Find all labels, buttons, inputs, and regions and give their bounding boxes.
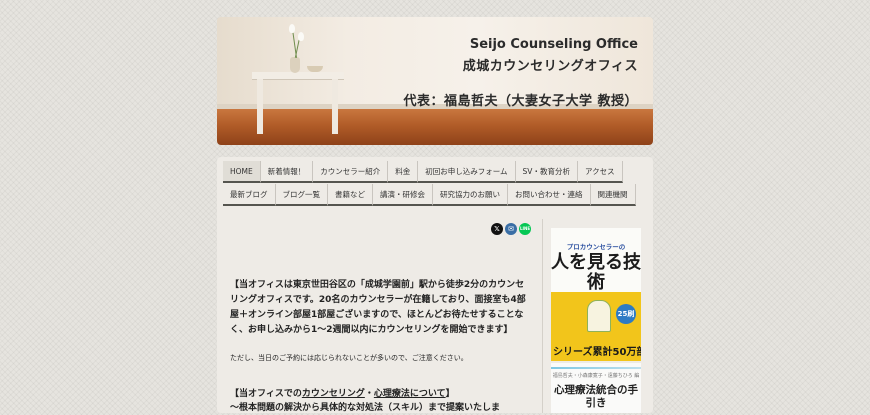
nav-fees[interactable]: 料金: [388, 161, 419, 183]
line-share-icon[interactable]: LINE: [519, 223, 531, 235]
nav-row-2: 最新ブログ ブログ一覧 書籍など 講演・研修会 研究協力のお願い お問い合わせ・…: [223, 184, 636, 206]
book-title: 心理療法統合の手引き: [554, 384, 638, 409]
table-leg: [332, 79, 338, 134]
section-suffix: 】: [445, 389, 455, 399]
book-subtitle: プロカウンセラーの: [566, 243, 626, 251]
site-title-jp: 成城カウンセリングオフィス: [462, 59, 638, 74]
nav-access[interactable]: アクセス: [577, 161, 623, 183]
wooden-floor: [217, 109, 653, 145]
site-title-en: Seijo Counseling Office: [469, 37, 638, 52]
book-title: 人を見る技術: [551, 252, 641, 293]
nav-first-application[interactable]: 初回お申し込みフォーム: [418, 161, 516, 183]
nav-news[interactable]: 新着情報！: [260, 161, 314, 183]
nav-contact[interactable]: お問い合わせ・連絡: [508, 184, 591, 206]
book-banner-1[interactable]: プロカウンセラーの 人を見る技術 25刷 シリーズ累計50万部: [551, 228, 641, 361]
nav-row-1: HOME 新着情報！ カウンセラー紹介 料金 初回お申し込みフォーム SV・教育…: [223, 161, 623, 183]
sidebar-divider: [542, 219, 543, 413]
nav-latest-blog[interactable]: 最新ブログ: [223, 184, 276, 206]
nav-books[interactable]: 書籍など: [328, 184, 373, 206]
table-illustration: [252, 72, 344, 79]
intro-paragraph: 【当オフィスは東京世田谷区の「成城学園前」駅から徒歩2分のカウンセリングオフィス…: [230, 280, 526, 335]
section-prefix: 【当オフィスでの: [230, 389, 302, 399]
person-illustration-icon: [587, 300, 611, 332]
header-text: Seijo Counseling Office 成城カウンセリングオフィス 代表…: [402, 37, 638, 109]
nav-research[interactable]: 研究協力のお願い: [433, 184, 508, 206]
mail-share-icon[interactable]: ✉: [505, 223, 517, 235]
nav-counselors[interactable]: カウンセラー紹介: [313, 161, 389, 183]
dot-separator: ・: [364, 389, 374, 399]
series-sales-text: シリーズ累計50万部: [553, 347, 641, 358]
table-leg: [257, 79, 263, 134]
counseling-section: 【当オフィスでのカウンセリング・心理療法について】 ～根本問題の解決から具体的な…: [230, 387, 530, 415]
nav-sv-education[interactable]: SV・教育分析: [515, 161, 578, 183]
representative: 代表：福島哲夫（大妻女子大学 教授）: [403, 94, 638, 109]
reservation-note: ただし、当日のご予約には応じられないことが多いので、ご注意ください。: [230, 354, 468, 362]
nav-home[interactable]: HOME: [223, 161, 261, 183]
site-header: Seijo Counseling Office 成城カウンセリングオフィス 代表…: [217, 17, 653, 145]
decorative-line: [551, 367, 641, 369]
counseling-link[interactable]: カウンセリング: [302, 389, 365, 399]
print-count-badge: 25刷: [616, 304, 636, 324]
book-cover-top: プロカウンセラーの 人を見る技術: [551, 228, 641, 293]
book-yellow-band: 25刷 シリーズ累計50万部: [551, 292, 641, 361]
nav-related[interactable]: 関連機関: [590, 184, 636, 206]
main-panel: HOME 新着情報！ カウンセラー紹介 料金 初回お申し込みフォーム SV・教育…: [217, 157, 653, 413]
book-authors: 福島哲夫・小森康寛子・遠藤ちひろ 編: [552, 373, 640, 379]
book-banner-2[interactable]: 福島哲夫・小森康寛子・遠藤ちひろ 編 心理療法統合の手引き: [551, 363, 641, 413]
nav-blog-list[interactable]: ブログ一覧: [275, 184, 328, 206]
flower: [298, 32, 304, 41]
vase: [290, 57, 300, 73]
psychotherapy-link[interactable]: 心理療法について: [374, 389, 446, 399]
section-line2: ～根本問題の解決から具体的な対処法（スキル）まで提案いたしま: [230, 403, 501, 413]
flower: [289, 24, 295, 33]
x-share-icon[interactable]: 𝕏: [491, 223, 503, 235]
nav-lectures[interactable]: 講演・研修会: [373, 184, 433, 206]
